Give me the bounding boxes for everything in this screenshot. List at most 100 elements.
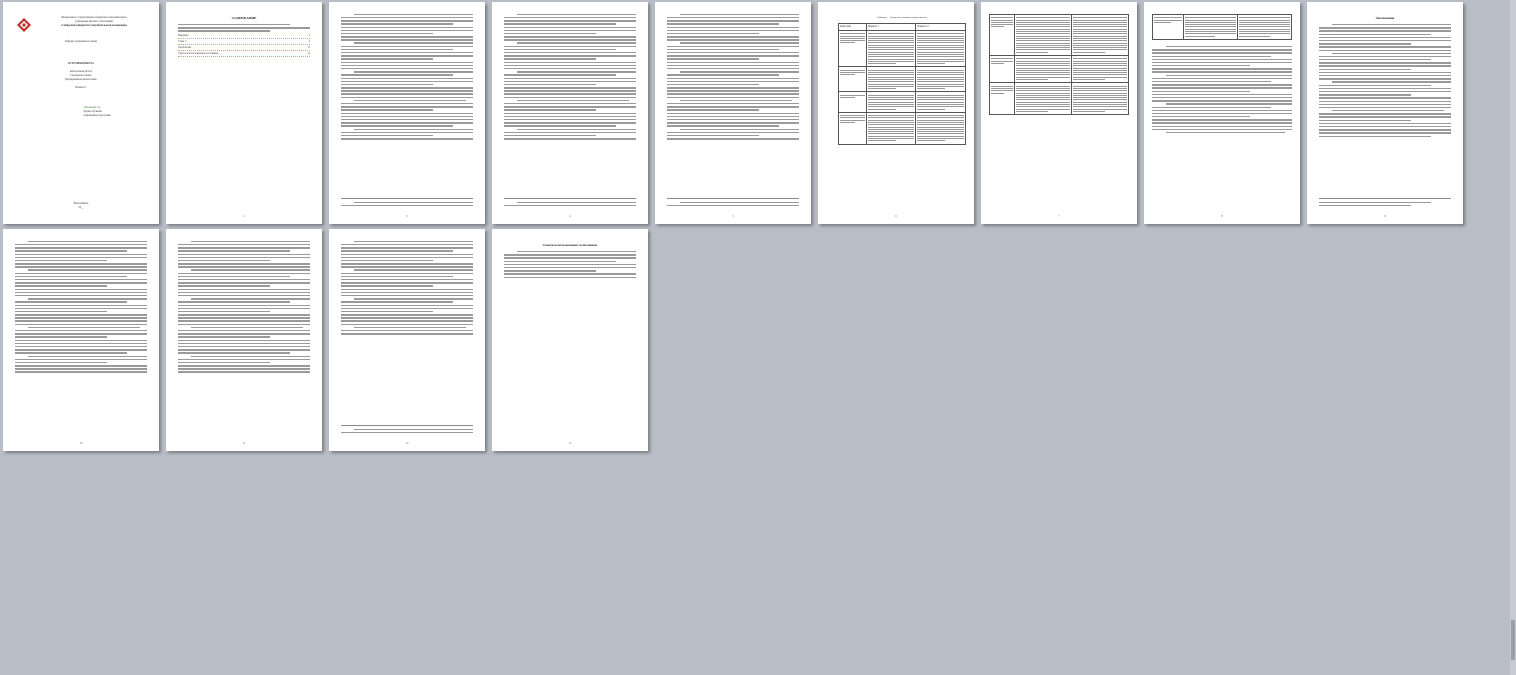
page-number: 5 [732, 214, 734, 218]
text-line [341, 253, 473, 255]
text-line [1319, 62, 1451, 64]
page-body[interactable]: 3 [329, 2, 485, 224]
page-number: 3 [406, 214, 408, 218]
toc-item[interactable]: Заключение 11 [178, 46, 310, 51]
footnote [1319, 197, 1451, 208]
text-line [178, 368, 310, 370]
table-cell [1014, 55, 1072, 84]
text-line [1152, 61, 1292, 64]
text-line [341, 279, 473, 281]
page-body[interactable]: 12 [329, 229, 485, 451]
text-line [504, 138, 636, 140]
text-line [15, 282, 147, 284]
text-line [178, 279, 310, 281]
text-line [504, 58, 597, 60]
text-line [15, 314, 147, 316]
text-line [1319, 43, 1412, 45]
text-line [341, 259, 434, 262]
text-line [178, 256, 310, 259]
text-line [341, 36, 473, 38]
table-cell [915, 111, 966, 145]
text-line [1152, 96, 1292, 99]
page-references[interactable]: Список использованных источников 13 [492, 229, 648, 451]
text-line [680, 42, 799, 44]
text-line [341, 96, 473, 99]
text-line [1166, 103, 1292, 105]
text-line [1319, 71, 1451, 74]
text-line [341, 323, 473, 326]
text-line [354, 13, 473, 16]
table-caption: Таблица 1 – Сравнение основных характери… [877, 16, 927, 19]
text-line [341, 52, 473, 54]
text-line [1152, 58, 1292, 61]
text-line [1152, 90, 1250, 92]
text-line [15, 259, 108, 262]
page-number: 13 [568, 441, 572, 445]
page-title[interactable]: Федеральное государственное бюджетное об… [3, 2, 159, 224]
page-body[interactable]: 4 [492, 2, 648, 224]
text-line [667, 64, 799, 67]
text-line [341, 106, 473, 108]
vertical-scrollbar[interactable] [1510, 0, 1516, 675]
page-table-end[interactable]: 8 [1144, 2, 1300, 224]
text-line [341, 90, 473, 92]
page-body[interactable]: 11 [166, 229, 322, 451]
text-line [178, 266, 310, 268]
toc-item[interactable]: Введение 3 [178, 34, 310, 39]
text-line [1319, 65, 1451, 67]
toc-item[interactable]: Глава 15 [178, 40, 310, 45]
page-number: 4 [569, 214, 571, 218]
text-line [178, 250, 291, 252]
text-line [15, 279, 147, 281]
page-number: 9 [1384, 214, 1386, 218]
text-line [1319, 90, 1451, 93]
text-line [178, 371, 310, 373]
text-line [1152, 106, 1271, 108]
text-line [504, 26, 636, 28]
text-line [667, 36, 799, 38]
text-line [354, 71, 473, 73]
text-line [15, 285, 108, 287]
text-line [178, 342, 310, 345]
text-line [15, 358, 147, 361]
text-line [667, 90, 799, 92]
text-line [504, 205, 636, 207]
page-number: 2 [243, 214, 245, 218]
page-conclusion[interactable]: Заключение 9 [1307, 2, 1463, 224]
page-toc[interactable]: СОДЕРЖАНИЕ Введение 3 Глава 15 Заключение… [166, 2, 322, 224]
text-line [28, 240, 147, 243]
text-line [504, 74, 617, 76]
text-line [341, 39, 473, 41]
table-cell [865, 29, 917, 68]
text-line [341, 317, 473, 319]
text-line [15, 301, 128, 303]
comparison-table: Критерий Вариант 1 Вариант 2 [838, 23, 966, 145]
text-line [1319, 126, 1451, 128]
text-line [341, 314, 473, 316]
page-table[interactable]: Таблица 1 – Сравнение основных характери… [818, 2, 974, 224]
text-line [354, 202, 473, 204]
text-line [191, 326, 304, 329]
text-line [504, 20, 636, 22]
page-body[interactable]: 5 [655, 2, 811, 224]
text-line [341, 61, 473, 63]
scrollbar-thumb[interactable] [1511, 620, 1515, 660]
text-line [341, 243, 473, 246]
text-line [517, 128, 636, 130]
text-line [341, 310, 434, 313]
page-table-cont[interactable]: 7 [981, 2, 1137, 224]
text-line [667, 112, 799, 114]
text-line [1152, 119, 1292, 121]
text-line [504, 90, 636, 92]
text-line [341, 134, 434, 137]
toc-heading: СОДЕРЖАНИЕ [231, 16, 257, 20]
toc-item[interactable]: Список использованных источников 14 [178, 52, 310, 57]
text-line [354, 42, 473, 44]
table-cell [1182, 14, 1238, 40]
text-line [667, 106, 799, 108]
text-line [1319, 129, 1451, 131]
variant-label: Вариант 1 [75, 86, 87, 89]
text-line [341, 125, 454, 127]
text-line [178, 24, 291, 26]
page-body[interactable]: 10 [3, 229, 159, 451]
